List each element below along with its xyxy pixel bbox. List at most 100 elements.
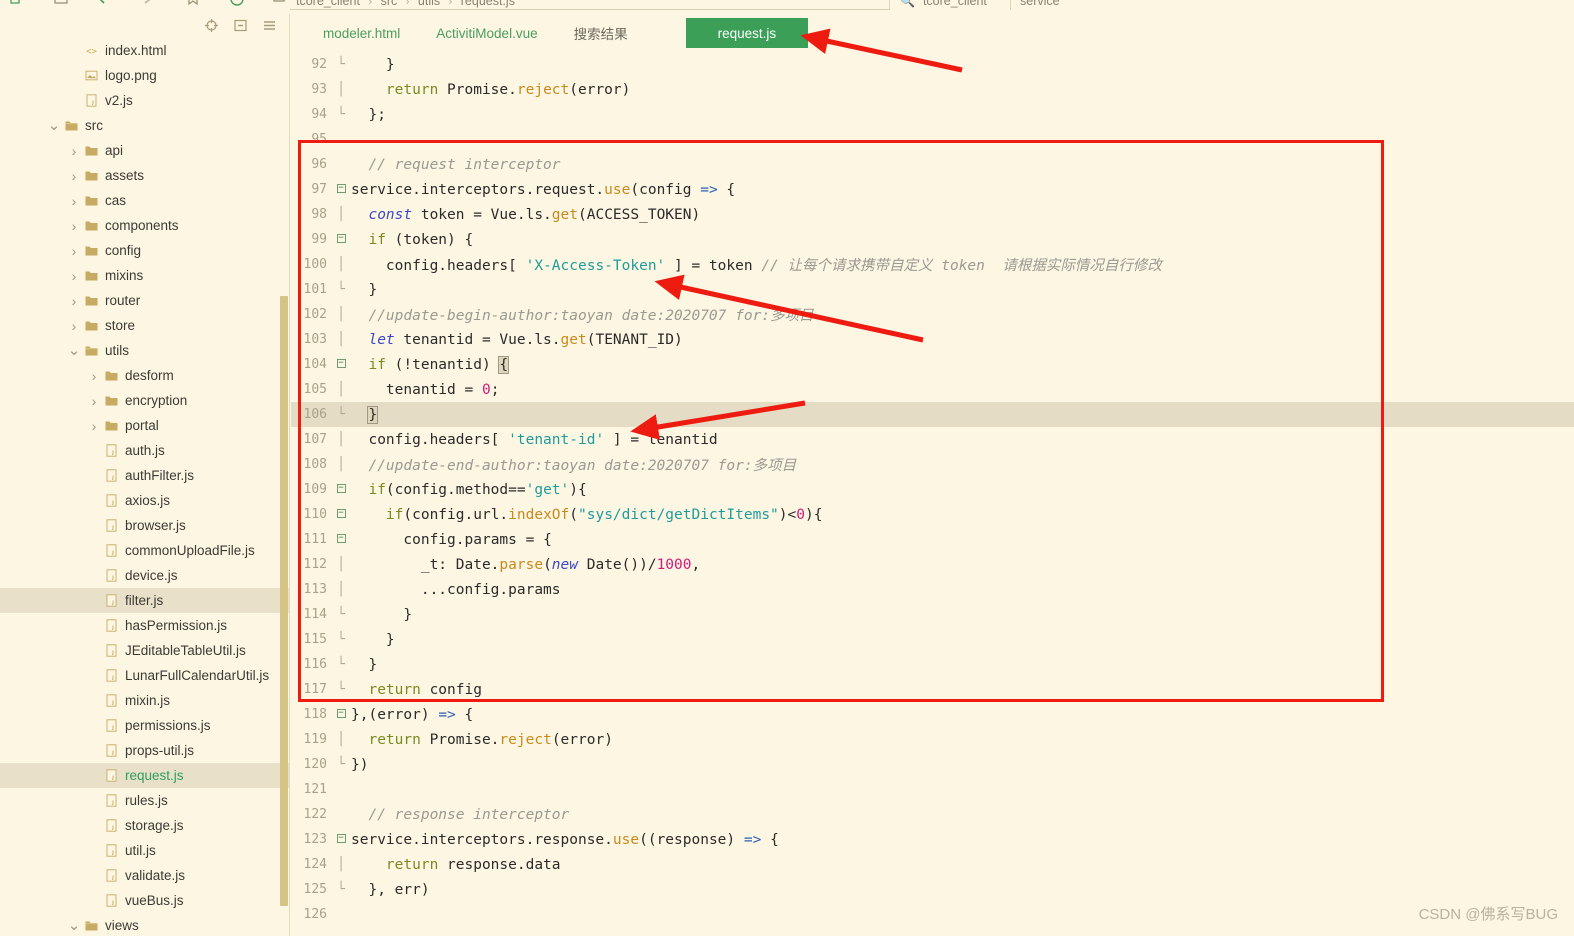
chevron-right-icon[interactable]: › <box>86 368 102 384</box>
line-number[interactable]: 111 <box>291 532 333 547</box>
line-number[interactable]: 123 <box>291 832 333 847</box>
code-line[interactable]: 108 │ //update-end-author:taoyan date:202… <box>291 452 1574 477</box>
line-number[interactable]: 110 <box>291 507 333 522</box>
panel-options-icon[interactable] <box>262 18 277 33</box>
code-line[interactable]: 104− if (!tenantid) { <box>291 352 1574 377</box>
project-structure-icon[interactable] <box>272 0 290 8</box>
chevron-right-icon[interactable]: › <box>86 393 102 409</box>
tree-item-lunarfullcalendarutil-js[interactable]: LunarFullCalendarUtil.js <box>0 663 289 688</box>
code-fold-toggle-icon[interactable]: − <box>333 834 349 845</box>
breadcrumb-item-utils[interactable]: utils <box>418 0 440 8</box>
sync-refresh-icon[interactable] <box>228 0 246 8</box>
line-number[interactable]: 122 <box>291 807 333 822</box>
line-number[interactable]: 103 <box>291 332 333 347</box>
code-fold-toggle-icon[interactable]: − <box>333 484 349 495</box>
code-line[interactable]: 107 │ config.headers[ 'tenant-id' ] = ten… <box>291 427 1574 452</box>
tree-item-auth-js[interactable]: auth.js <box>0 438 289 463</box>
code-line[interactable]: 116 └ } <box>291 652 1574 677</box>
code-fold-toggle-icon[interactable]: − <box>333 534 349 545</box>
tree-item-axios-js[interactable]: axios.js <box>0 488 289 513</box>
line-number[interactable]: 96 <box>291 157 333 172</box>
code-line[interactable]: 102 │ //update-begin-author:taoyan date:2… <box>291 302 1574 327</box>
line-number[interactable]: 102 <box>291 307 333 322</box>
code-line[interactable]: 96 // request interceptor <box>291 152 1574 177</box>
line-number[interactable]: 98 <box>291 207 333 222</box>
code-line[interactable]: 122 // response interceptor <box>291 802 1574 827</box>
code-line[interactable]: 110− if(config.url.indexOf("sys/dict/get… <box>291 502 1574 527</box>
chevron-right-icon[interactable]: › <box>66 293 82 309</box>
tree-item-assets[interactable]: › assets <box>0 163 289 188</box>
tree-item-validate-js[interactable]: validate.js <box>0 863 289 888</box>
tree-item-logo-png[interactable]: logo.png <box>0 63 289 88</box>
tree-item-props-util-js[interactable]: props-util.js <box>0 738 289 763</box>
line-number[interactable]: 107 <box>291 432 333 447</box>
sidebar-scrollbar-thumb[interactable] <box>280 296 288 906</box>
editor-tab-bar[interactable]: modeler.html ActivitiModel.vue 搜索结果 request… <box>291 14 1574 48</box>
tree-item-permissions-js[interactable]: permissions.js <box>0 713 289 738</box>
tree-item-components[interactable]: › components <box>0 213 289 238</box>
project-file-tree[interactable]: <> index.html logo.png v2.js ⌄ src › api › assets… <box>0 36 289 936</box>
code-line[interactable]: 111− config.params = { <box>291 527 1574 552</box>
line-number[interactable]: 113 <box>291 582 333 597</box>
run-configuration-label[interactable]: service <box>1020 0 1060 8</box>
chevron-right-icon[interactable]: › <box>66 168 82 184</box>
tree-item-mixin-js[interactable]: mixin.js <box>0 688 289 713</box>
code-line[interactable]: 101 └ } <box>291 277 1574 302</box>
code-line[interactable]: 119 │ return Promise.reject(error) <box>291 727 1574 752</box>
line-number[interactable]: 112 <box>291 557 333 572</box>
back-arrow-icon[interactable] <box>96 0 114 8</box>
line-number[interactable]: 93 <box>291 82 333 97</box>
code-line[interactable]: 126 <box>291 902 1574 927</box>
editor-tab--[interactable]: 搜索结果 <box>556 18 646 48</box>
chevron-right-icon[interactable]: › <box>66 268 82 284</box>
tree-item-vuebus-js[interactable]: vueBus.js <box>0 888 289 913</box>
tree-item-filter-js[interactable]: filter.js <box>0 588 289 613</box>
chevron-right-icon[interactable]: › <box>66 193 82 209</box>
line-number[interactable]: 106 <box>291 407 333 422</box>
tree-item-authfilter-js[interactable]: authFilter.js <box>0 463 289 488</box>
code-line[interactable]: 124 │ return response.data <box>291 852 1574 877</box>
code-line[interactable]: 115 └ } <box>291 627 1574 652</box>
search-icon[interactable]: 🔍 <box>900 0 915 8</box>
line-number[interactable]: 100 <box>291 257 333 272</box>
line-number[interactable]: 126 <box>291 907 333 922</box>
tree-item-views[interactable]: ⌄ views <box>0 913 289 936</box>
breadcrumb[interactable]: tcore_client › src › utils › request.js <box>296 0 515 8</box>
tree-item-device-js[interactable]: device.js <box>0 563 289 588</box>
code-line[interactable]: 100 │ config.headers[ 'X-Access-Token' ] … <box>291 252 1574 277</box>
chevron-right-icon[interactable]: › <box>66 218 82 234</box>
code-line[interactable]: 109− if(config.method=='get'){ <box>291 477 1574 502</box>
bookmark-icon[interactable] <box>184 0 202 8</box>
editor-tab-modeler-html[interactable]: modeler.html <box>305 18 418 48</box>
forward-arrow-icon[interactable] <box>140 0 158 8</box>
line-number[interactable]: 97 <box>291 182 333 197</box>
code-fold-toggle-icon[interactable]: − <box>333 709 349 720</box>
new-file-icon[interactable] <box>8 0 26 8</box>
code-line[interactable]: 106 └ } <box>291 402 1574 427</box>
code-line[interactable]: 112 │ _t: Date.parse(new Date())/1000, <box>291 552 1574 577</box>
code-line[interactable]: 125 └ }, err) <box>291 877 1574 902</box>
open-module-icon[interactable] <box>52 0 70 8</box>
tree-item-utils[interactable]: ⌄ utils <box>0 338 289 363</box>
breadcrumb-item-project[interactable]: tcore_client <box>296 0 360 8</box>
tree-item-rules-js[interactable]: rules.js <box>0 788 289 813</box>
line-number[interactable]: 124 <box>291 857 333 872</box>
line-number[interactable]: 120 <box>291 757 333 772</box>
tree-item-cas[interactable]: › cas <box>0 188 289 213</box>
editor-tab-request-js[interactable]: request.js <box>685 18 809 48</box>
code-line[interactable]: 92 └ } <box>291 52 1574 77</box>
chevron-right-icon[interactable]: › <box>66 143 82 159</box>
breadcrumb-item-file[interactable]: request.js <box>461 0 515 8</box>
line-number[interactable]: 121 <box>291 782 333 797</box>
tree-item-desform[interactable]: › desform <box>0 363 289 388</box>
line-number[interactable]: 114 <box>291 607 333 622</box>
code-line[interactable]: 121 <box>291 777 1574 802</box>
search-scope-label[interactable]: tcore_client <box>923 0 987 8</box>
chevron-right-icon[interactable]: › <box>66 318 82 334</box>
chevron-down-icon[interactable]: ⌄ <box>66 343 82 358</box>
tree-item-v2-js[interactable]: v2.js <box>0 88 289 113</box>
search-everywhere-control[interactable]: 🔍 tcore_client <box>900 0 987 8</box>
tree-item-util-js[interactable]: util.js <box>0 838 289 863</box>
line-number[interactable]: 101 <box>291 282 333 297</box>
tree-item-router[interactable]: › router <box>0 288 289 313</box>
